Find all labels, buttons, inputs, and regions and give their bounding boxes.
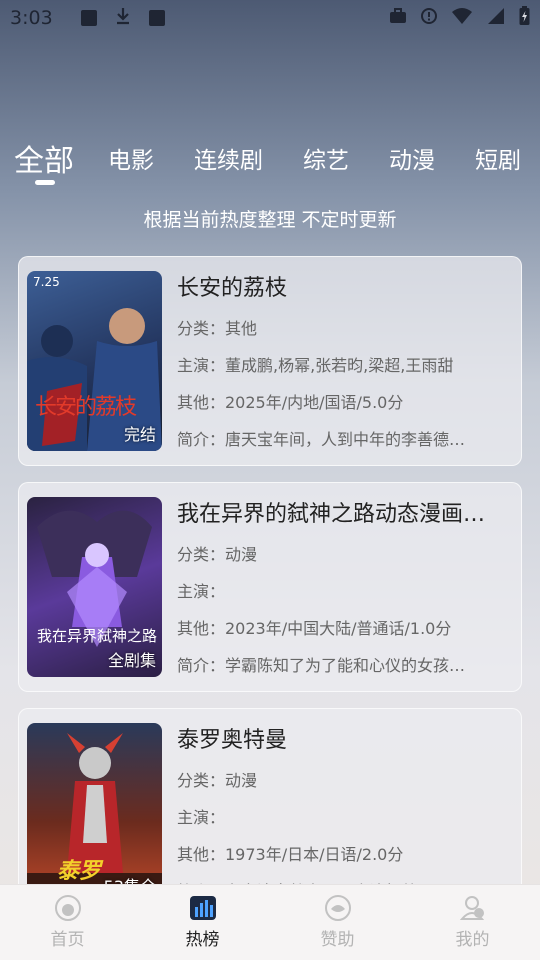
wifi-icon (451, 7, 473, 30)
poster-title: 我在异界弑神之路 (37, 627, 158, 645)
briefcase-icon (389, 7, 407, 29)
item-title: 我在异界的弑神之路动态漫画… (177, 502, 486, 527)
image-icon (80, 10, 97, 26)
signal-icon (487, 7, 505, 30)
item-cast: 主演： (177, 808, 226, 827)
status-badge: 全剧集 (107, 651, 156, 670)
tab-short-drama[interactable]: 短剧 (475, 141, 521, 175)
tab-variety[interactable]: 综艺 (303, 141, 349, 175)
nav-sponsor[interactable]: 赞助 (270, 885, 405, 960)
app-icon (148, 10, 165, 26)
item-title: 泰罗奥特曼 (177, 728, 288, 753)
item-other: 其他：2025年/内地/国语/5.0分 (177, 393, 404, 412)
item-intro: 简介：学霸陈知了为了能和心仪的女孩… (177, 656, 466, 675)
nav-hot[interactable]: 热榜 (135, 885, 270, 960)
item-cast: 主演： (177, 582, 226, 601)
tab-movie[interactable]: 电影 (108, 141, 154, 175)
item-cast: 主演：董成鹏,杨幂,张若昀,梁超,王雨甜 (177, 356, 454, 375)
active-tab-indicator (35, 180, 55, 185)
poster-image: 7.25 长安的荔枝 完结 (27, 271, 162, 451)
tab-all[interactable]: 全部 (14, 136, 74, 180)
list-item[interactable]: 我在异界弑神之路 全剧集 我在异界的弑神之路动态漫画… 分类：动漫 主演： 其他… (18, 482, 522, 692)
list-item[interactable]: 7.25 长安的荔枝 完结 长安的荔枝 分类：其他 主演：董成鹏,杨幂,张若昀,… (18, 256, 522, 466)
nav-home-label: 首页 (50, 930, 85, 950)
item-category: 分类：动漫 (177, 545, 258, 564)
battery-icon (519, 5, 530, 31)
tab-anime[interactable]: 动漫 (389, 141, 435, 175)
home-icon (54, 895, 81, 921)
status-badge: 完结 (123, 425, 156, 444)
ranking-subtitle: 根据当前热度整理 不定时更新 (143, 209, 397, 231)
status-time: 3:03 (10, 7, 53, 29)
chart-icon (189, 896, 216, 920)
item-other: 其他：2023年/中国大陆/普通话/1.0分 (177, 619, 452, 638)
bottom-navigation: 首页 热榜 赞助 我的 (0, 884, 540, 960)
item-intro: 简介：唐天宝年间，人到中年的李善德… (177, 430, 466, 449)
poster-corner: 7.25 (33, 275, 60, 289)
item-category: 分类：动漫 (177, 771, 258, 790)
nav-mine[interactable]: 我的 (405, 885, 540, 960)
poster-title: 长安的荔枝 (35, 395, 137, 420)
nav-sponsor-label: 赞助 (320, 930, 355, 950)
status-bar: 3:03 (0, 0, 540, 36)
poster-title: 泰罗 (57, 859, 102, 884)
item-category: 分类：其他 (177, 319, 258, 338)
profile-icon (459, 896, 484, 920)
sponsor-icon (324, 895, 351, 921)
category-tabs: 全部 电影 连续剧 综艺 动漫 短剧 (14, 136, 540, 180)
nav-mine-label: 我的 (455, 930, 490, 950)
item-title: 长安的荔枝 (177, 276, 288, 301)
poster-image: 我在异界弑神之路 全剧集 (27, 497, 162, 677)
nav-home[interactable]: 首页 (0, 885, 135, 960)
tab-series[interactable]: 连续剧 (194, 141, 263, 175)
poster-image: 泰罗 53集全 (27, 723, 162, 903)
item-other: 其他：1973年/日本/日语/2.0分 (177, 845, 404, 864)
alert-icon (421, 7, 437, 29)
download-icon (115, 7, 131, 30)
nav-hot-label: 热榜 (185, 930, 220, 950)
